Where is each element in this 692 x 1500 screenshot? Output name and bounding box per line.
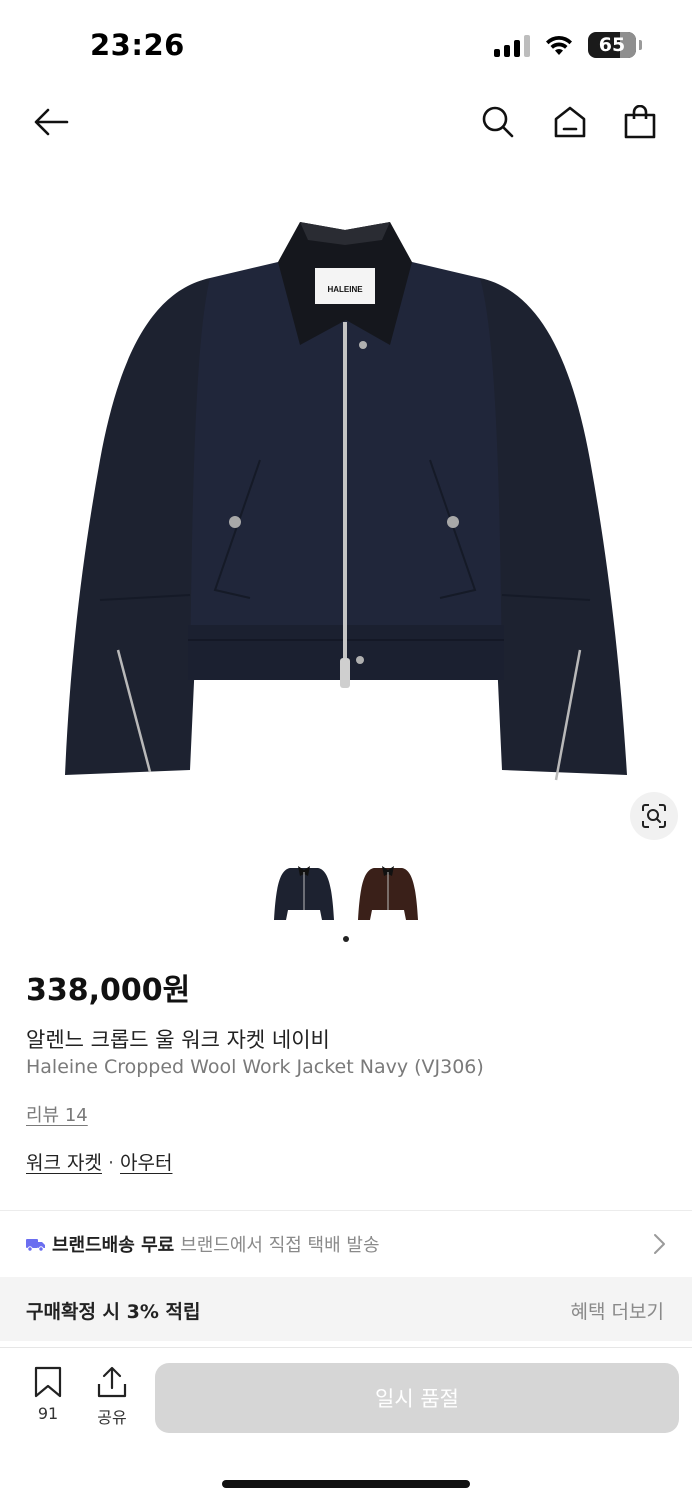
share-icon [97, 1366, 127, 1398]
product-name-english: Haleine Cropped Wool Work Jacket Navy (V… [26, 1056, 484, 1078]
truck-icon [26, 1236, 46, 1252]
wifi-icon [546, 35, 572, 55]
status-time: 23:26 [90, 28, 185, 62]
status-indicators: 65 [494, 32, 642, 58]
review-link[interactable]: 리뷰 14 [26, 1101, 88, 1127]
status-bar: 23:26 65 [0, 0, 692, 90]
shipping-info-row[interactable]: 브랜드배송 무료 브랜드에서 직접 택배 발송 [0, 1211, 692, 1277]
benefit-row[interactable]: 구매확정 시 3% 적립 혜택 더보기 [0, 1277, 692, 1341]
home-icon[interactable] [550, 102, 590, 142]
bottom-action-bar: 91 공유 일시 품절 [0, 1347, 692, 1500]
product-image[interactable]: HALEINE [60, 200, 632, 800]
thumbnail-brown[interactable] [354, 856, 422, 928]
visual-search-button[interactable] [630, 792, 678, 840]
image-pagination-dot [343, 936, 349, 942]
category-breadcrumb: 워크 자켓 · 아우터 [26, 1148, 172, 1175]
brand-tag-label: HALEINE [327, 285, 363, 294]
sold-out-button[interactable]: 일시 품절 [155, 1363, 679, 1433]
shipping-subtitle: 브랜드에서 직접 택배 발송 [180, 1235, 380, 1256]
shipping-title: 브랜드배송 무료 [52, 1235, 175, 1256]
product-name-korean: 알렌느 크롭드 울 워크 자켓 네이비 [26, 1028, 330, 1052]
battery-icon: 65 [588, 32, 642, 58]
shopping-bag-icon[interactable] [620, 102, 660, 142]
top-navigation [0, 90, 692, 154]
bookmark-count: 91 [37, 1404, 59, 1423]
chevron-right-icon [652, 1233, 666, 1259]
back-arrow-icon[interactable] [31, 102, 71, 142]
home-indicator [222, 1480, 470, 1488]
benefit-more-link[interactable]: 혜택 더보기 [571, 1297, 664, 1324]
cellular-signal-icon [494, 33, 530, 57]
battery-level: 65 [598, 34, 626, 56]
category-separator: · [107, 1152, 115, 1174]
share-label: 공유 [97, 1408, 127, 1427]
jacket-illustration: HALEINE [65, 222, 627, 781]
thumbnail-navy[interactable] [270, 856, 338, 928]
color-thumbnails [0, 856, 692, 928]
category-link-outer[interactable]: 아우터 [120, 1152, 172, 1174]
product-price: 338,000원 [26, 973, 191, 1008]
share-button[interactable]: 공유 [87, 1366, 137, 1428]
visual-search-icon [642, 804, 666, 828]
bookmark-icon [34, 1366, 62, 1398]
category-link-work-jacket[interactable]: 워크 자켓 [26, 1152, 102, 1174]
bookmark-button[interactable]: 91 [23, 1366, 73, 1423]
benefit-points: 구매확정 시 3% 적립 [26, 1301, 201, 1323]
search-icon[interactable] [478, 102, 518, 142]
